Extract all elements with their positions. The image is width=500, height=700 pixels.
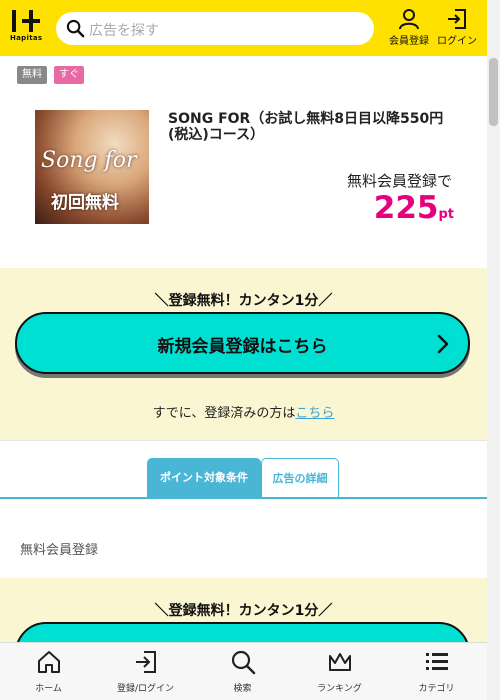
register-button[interactable]: 会員登録 (386, 8, 432, 48)
tag-soon: すぐ (54, 66, 84, 84)
home-icon (37, 651, 60, 673)
product-image: Song for 初回無料 (35, 110, 149, 224)
signup-button-label: 新規会員登録はこちら (157, 337, 328, 357)
scrollbar-thumb[interactable] (489, 58, 498, 126)
signup-button[interactable]: 新規会員登録はこちら (15, 312, 470, 374)
divider (0, 440, 487, 441)
tab-ad-details[interactable]: 広告の詳細 (261, 458, 339, 498)
login-label: ログイン (437, 36, 477, 47)
signup-banner-bottom: ＼登録無料！カンタン1分／ (0, 578, 487, 684)
nav-category-label: カテゴリ (418, 684, 455, 694)
chevron-right-icon (437, 334, 449, 354)
register-label: 会員登録 (389, 36, 429, 47)
menu-icon (425, 653, 448, 670)
tab-underline (0, 497, 487, 499)
search-icon (66, 19, 85, 38)
product-title: SONG FOR（お試し無料8日目以降550円(税込)コース） (168, 111, 444, 143)
nav-login-label: 登録/ログイン (116, 684, 175, 694)
crown-icon (328, 653, 351, 671)
login-icon (448, 9, 466, 29)
signup-banner: ＼登録無料！カンタン1分／ 新規会員登録はこちら すでに、登録済みの方はこちら (0, 268, 487, 440)
points-unit: pt (438, 207, 454, 222)
existing-member-text: すでに、登録済みの方はこちら (0, 402, 487, 421)
user-icon (399, 9, 419, 30)
bottom-nav: ホーム 登録/ログイン 検索 ランキング カテゴリ (0, 642, 487, 700)
nav-search[interactable]: 検索 (194, 649, 291, 694)
search-input[interactable]: 広告を探す (56, 12, 374, 45)
login-icon (135, 651, 156, 673)
logo-text: Hapitas (10, 34, 43, 42)
search-placeholder: 広告を探す (89, 23, 159, 39)
points-value: 225pt (300, 190, 454, 226)
hapitas-logo[interactable] (10, 8, 46, 48)
product-image-caption: 初回無料 (51, 193, 119, 213)
search-icon (231, 650, 255, 675)
login-button[interactable]: ログイン (434, 8, 480, 48)
points-number: 225 (373, 190, 439, 226)
nav-search-label: 検索 (233, 684, 252, 694)
logo-mark-icon (12, 10, 40, 32)
tab-point-conditions[interactable]: ポイント対象条件 (147, 458, 261, 498)
signup-headline-bottom: ＼登録無料！カンタン1分／ (154, 603, 333, 619)
points-condition-label: 無料会員登録で (346, 172, 452, 190)
tag-free: 無料 (17, 66, 47, 84)
signup-headline: ＼登録無料！カンタン1分／ (154, 293, 333, 309)
nav-ranking[interactable]: ランキング (291, 649, 388, 694)
product-image-title: Song for (41, 148, 137, 173)
nav-home[interactable]: ホーム (0, 649, 97, 694)
app-header: Hapitas 広告を探す 会員登録 ログイン (0, 0, 487, 56)
nav-category[interactable]: カテゴリ (388, 649, 485, 694)
condition-text: 無料会員登録 (20, 543, 99, 558)
existing-member-label: すでに、登録済みの方は (152, 406, 296, 421)
nav-home-label: ホーム (35, 684, 62, 694)
existing-member-link[interactable]: こちら (295, 406, 334, 421)
nav-login[interactable]: 登録/ログイン (97, 649, 194, 694)
nav-ranking-label: ランキング (317, 684, 362, 694)
